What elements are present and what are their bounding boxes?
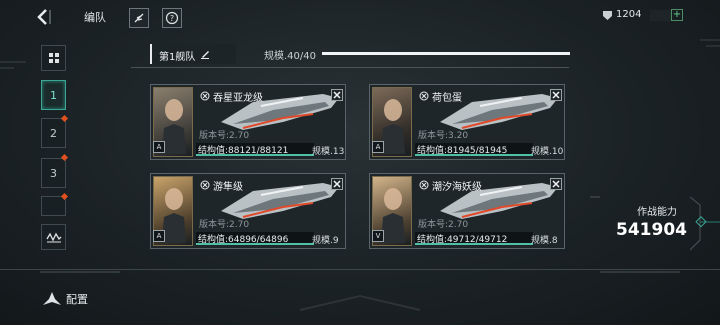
ship-version: 版本号:2.70	[418, 220, 469, 230]
ship-scale: 规模.8	[531, 236, 558, 246]
rename-button[interactable]	[129, 8, 149, 28]
fleet-tab-2[interactable]: 2	[41, 118, 66, 148]
ship-version: 版本号:2.70	[199, 220, 250, 230]
fleet-screen: { "header": {"title": "编队", "resource_va…	[0, 0, 720, 325]
rank-badge: V	[372, 230, 384, 242]
close-icon[interactable]	[550, 89, 562, 101]
ship-card[interactable]: V 潮汐海妖级 版本号:2.70 结构值:49712/49712 规模.8	[369, 173, 565, 249]
resource-value: 1204	[616, 9, 642, 20]
ship-class-icon	[200, 91, 210, 101]
ship-class-icon	[419, 180, 429, 190]
fleet-tab-1[interactable]: 1	[41, 80, 66, 110]
page-title: 编队	[84, 11, 106, 24]
back-button[interactable]	[34, 7, 56, 27]
config-button[interactable]: 配置	[36, 288, 100, 310]
hp-bar: 结构值:81945/81945	[415, 143, 533, 156]
ship-scale: 规模.10	[531, 147, 564, 157]
combat-power-panel: 作战能力 541904	[590, 199, 690, 251]
rank-badge: A	[153, 230, 165, 242]
svg-text:?: ?	[170, 14, 174, 23]
fleet-tab-3[interactable]: 3	[41, 158, 66, 188]
ship-name: 吞星亚龙级	[213, 93, 263, 104]
question-icon: ?	[165, 11, 179, 25]
hp-text: 结构值:88121/88121	[198, 146, 289, 156]
grid-icon	[48, 53, 59, 63]
formation-button[interactable]	[41, 224, 66, 250]
rank-badge: A	[153, 141, 165, 153]
fleet-name: 第1舰队	[159, 52, 196, 63]
fleet-scale-fill	[322, 52, 570, 55]
hp-text: 结构值:64896/64896	[198, 235, 289, 245]
frame-lines	[0, 39, 720, 311]
edit-icon	[201, 51, 209, 59]
shield-icon	[603, 11, 612, 20]
resource-counter: 1204 +	[600, 8, 684, 24]
config-label: 配置	[66, 293, 88, 306]
add-resource-button[interactable]: +	[671, 9, 683, 21]
hp-bar: 结构值:49712/49712	[415, 232, 533, 245]
wave-icon	[45, 232, 61, 243]
ship-icon	[43, 292, 61, 305]
hp-text: 结构值:49712/49712	[417, 235, 508, 245]
ship-name: 游隼级	[213, 182, 243, 193]
feather-icon	[134, 13, 144, 23]
fleet-name-tab[interactable]: 第1舰队	[150, 44, 236, 64]
close-icon[interactable]	[550, 178, 562, 190]
fleet-tab-4[interactable]	[41, 196, 66, 216]
ship-class-icon	[200, 180, 210, 190]
grid-view-button[interactable]	[41, 45, 66, 71]
help-button[interactable]: ?	[162, 8, 182, 28]
combat-power-value: 541904	[616, 220, 687, 240]
fleet-scale-bar	[322, 52, 570, 55]
fleet-scale-text: 规模.40/40	[264, 51, 316, 62]
ship-card[interactable]: A 荷包蛋 版本号:3.20 结构值:81945/81945 规模.10	[369, 84, 565, 160]
ship-scale: 规模.9	[312, 236, 339, 246]
ship-class-icon	[419, 91, 429, 101]
ship-version: 版本号:2.70	[199, 131, 250, 141]
close-icon[interactable]	[331, 89, 343, 101]
ship-version: 版本号:3.20	[418, 131, 469, 141]
hp-text: 结构值:81945/81945	[417, 146, 508, 156]
chevron-left-icon	[37, 9, 51, 25]
ship-card[interactable]: A 吞星亚龙级 版本号:2.70 结构值:88121/88121 规模.13	[150, 84, 346, 160]
rank-badge: A	[372, 141, 384, 153]
ship-scale: 规模.13	[312, 147, 345, 157]
hp-bar: 结构值:88121/88121	[196, 143, 314, 156]
ship-name: 潮汐海妖级	[432, 182, 482, 193]
combat-power-label: 作战能力	[637, 207, 677, 218]
close-icon[interactable]	[331, 178, 343, 190]
ship-name: 荷包蛋	[432, 93, 462, 104]
hp-bar: 结构值:64896/64896	[196, 232, 314, 245]
ship-card[interactable]: A 游隼级 版本号:2.70 结构值:64896/64896 规模.9	[150, 173, 346, 249]
